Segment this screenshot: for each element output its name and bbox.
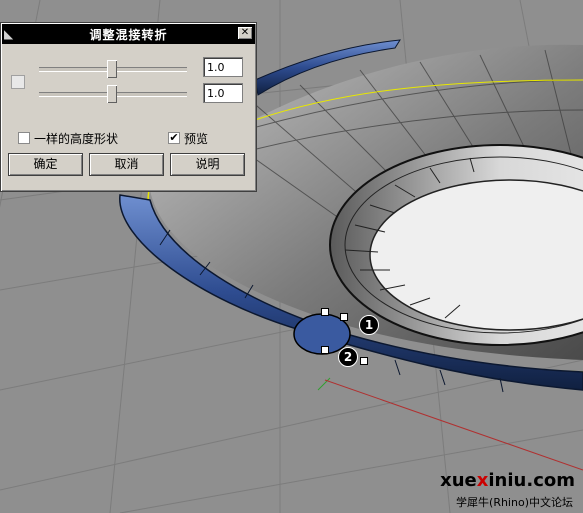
slider-thumb[interactable] bbox=[107, 60, 117, 78]
same-height-label: 一样的高度形状 bbox=[34, 132, 119, 146]
dialog-title: 调整混接转折 bbox=[89, 28, 168, 42]
same-height-checkbox[interactable] bbox=[18, 132, 30, 144]
adjust-blend-bulge-dialog: ◣ 调整混接转折 ✕ 一样的高度形状 ✔ 预览 确定 取消 说明 bbox=[0, 22, 257, 192]
control-point-grip[interactable] bbox=[360, 357, 368, 365]
ok-button[interactable]: 确定 bbox=[8, 153, 83, 176]
bulge-slider-1[interactable] bbox=[39, 59, 187, 79]
y-axis-line bbox=[317, 377, 331, 391]
preview-checkbox[interactable]: ✔ bbox=[168, 132, 180, 144]
bulge-slider-2[interactable] bbox=[39, 84, 187, 104]
point-marker-2[interactable]: 2 bbox=[338, 347, 358, 367]
slider-thumb[interactable] bbox=[107, 85, 117, 103]
dialog-titlebar[interactable]: ◣ 调整混接转折 ✕ bbox=[2, 24, 255, 44]
bulge-value-input-2[interactable] bbox=[203, 83, 243, 103]
cancel-button[interactable]: 取消 bbox=[89, 153, 164, 176]
point-marker-1[interactable]: 1 bbox=[359, 315, 379, 335]
watermark-site: xuexiniu.com bbox=[440, 470, 575, 491]
watermark-subtitle: 学犀牛(Rhino)中文论坛 bbox=[456, 496, 573, 509]
control-point-grip[interactable] bbox=[321, 308, 329, 316]
control-point-grip[interactable] bbox=[340, 313, 348, 321]
control-point-grip[interactable] bbox=[321, 346, 329, 354]
close-button[interactable]: ✕ bbox=[238, 27, 252, 39]
preview-label: 预览 bbox=[184, 132, 209, 146]
x-axis-line bbox=[324, 379, 583, 471]
help-button[interactable]: 说明 bbox=[170, 153, 245, 176]
bulge-value-input-1[interactable] bbox=[203, 57, 243, 77]
link-sliders-checkbox[interactable] bbox=[11, 75, 25, 89]
